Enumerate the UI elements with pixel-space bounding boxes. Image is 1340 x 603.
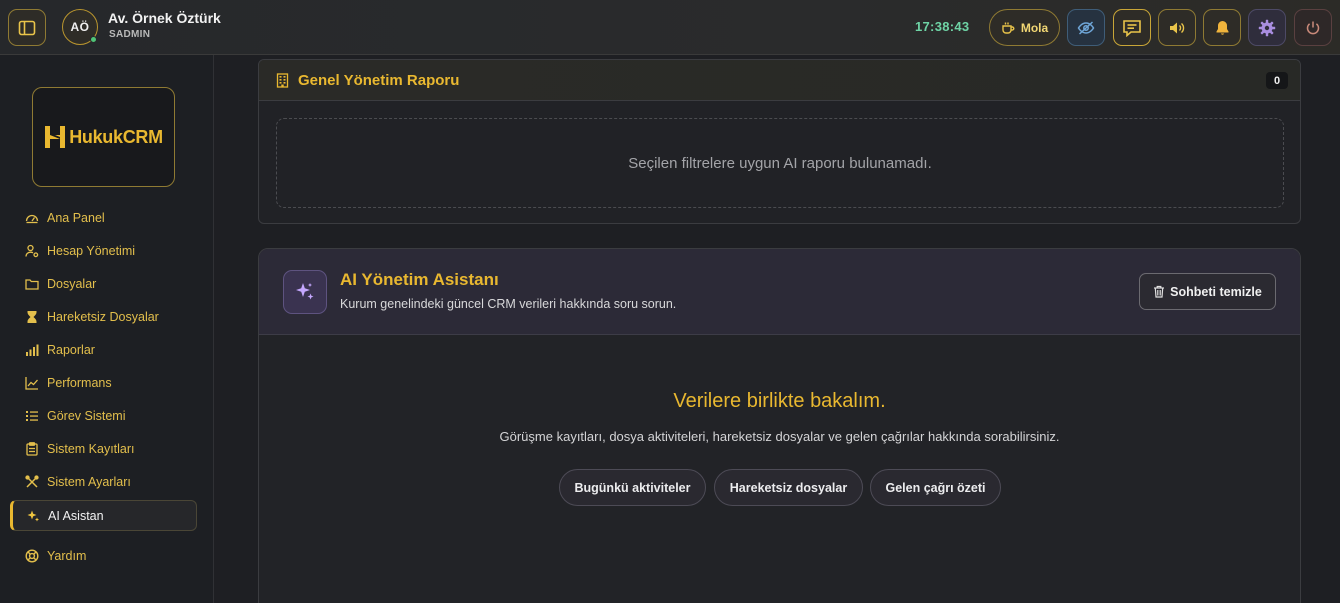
sidebar-item-gorev-sistemi[interactable]: Görev Sistemi bbox=[10, 400, 197, 431]
building-icon bbox=[276, 72, 289, 88]
gauge-icon bbox=[25, 214, 39, 223]
top-bar: AÖ Av. Örnek Öztürk SADMIN 17:38:43 Mola bbox=[0, 0, 1340, 55]
tools-icon bbox=[25, 474, 39, 488]
sidebar-item-hareketsiz-dosyalar[interactable]: Hareketsiz Dosyalar bbox=[10, 301, 197, 332]
user-role: SADMIN bbox=[109, 29, 151, 40]
report-title: Genel Yönetim Raporu bbox=[298, 71, 460, 89]
privacy-toggle-button[interactable] bbox=[1067, 9, 1105, 46]
sidebar-item-label: Görev Sistemi bbox=[47, 408, 126, 423]
chat-button[interactable] bbox=[1113, 9, 1151, 46]
bar-chart-icon bbox=[26, 344, 39, 356]
logo-mark-icon bbox=[45, 126, 66, 148]
sidebar-item-yardim[interactable]: Yardım bbox=[10, 540, 197, 571]
chat-icon bbox=[1123, 19, 1141, 37]
coffee-icon bbox=[1002, 22, 1015, 34]
sidebar-item-label: Hesap Yönetimi bbox=[47, 243, 136, 258]
suggestion-chip-hareketsiz-dosyalar[interactable]: Hareketsiz dosyalar bbox=[714, 469, 863, 506]
sidebar-item-hesap-yonetimi[interactable]: Hesap Yönetimi bbox=[10, 235, 197, 266]
logo[interactable]: HukukCRM bbox=[32, 87, 175, 187]
logo-text: HukukCRM bbox=[69, 126, 163, 147]
suggestion-chip-bugunku-aktiviteler[interactable]: Bugünkü aktiviteler bbox=[559, 469, 706, 506]
logout-button[interactable] bbox=[1294, 9, 1332, 46]
avatar[interactable]: AÖ bbox=[62, 9, 98, 45]
sidebar-item-ana-panel[interactable]: Ana Panel bbox=[10, 202, 197, 233]
report-count-badge: 0 bbox=[1266, 72, 1288, 89]
bell-icon bbox=[1216, 20, 1228, 35]
break-button[interactable]: Mola bbox=[989, 9, 1060, 46]
ai-assistant-subtitle: Kurum genelindeki güncel CRM verileri ha… bbox=[340, 297, 677, 311]
ai-assistant-header: AI Yönetim Asistanı Kurum genelindeki gü… bbox=[259, 249, 1300, 335]
sidebar-item-performans[interactable]: Performans bbox=[10, 367, 197, 398]
report-empty-state: Seçilen filtrelere uygun AI raporu bulun… bbox=[276, 118, 1284, 208]
ai-assistant-title: AI Yönetim Asistanı bbox=[340, 270, 499, 289]
sidebar-item-label: Dosyalar bbox=[47, 276, 97, 291]
sidebar-item-label: Performans bbox=[47, 375, 112, 390]
sidebar-item-label: Hareketsiz Dosyalar bbox=[47, 309, 159, 324]
sidebar-item-dosyalar[interactable]: Dosyalar bbox=[10, 268, 197, 299]
sidebar-item-label: Sistem Kayıtları bbox=[47, 441, 135, 456]
settings-button[interactable] bbox=[1248, 9, 1286, 46]
sidebar-item-sistem-kayitlari[interactable]: Sistem Kayıtları bbox=[10, 433, 197, 464]
sidebar-toggle-icon bbox=[18, 20, 36, 35]
online-status-dot bbox=[90, 36, 97, 43]
folder-icon bbox=[25, 278, 39, 290]
report-empty-text: Seçilen filtrelere uygun AI raporu bulun… bbox=[628, 154, 932, 172]
eye-off-icon bbox=[1077, 20, 1095, 35]
sidebar-item-label: Yardım bbox=[47, 548, 87, 563]
trend-up-icon bbox=[25, 376, 38, 390]
clipboard-icon bbox=[26, 441, 38, 456]
sidebar-item-label: Raporlar bbox=[47, 342, 95, 357]
sidebar-toggle-button[interactable] bbox=[8, 9, 46, 46]
sidebar-item-label: AI Asistan bbox=[48, 508, 104, 523]
sparkles-icon bbox=[27, 510, 39, 521]
notifications-button[interactable] bbox=[1203, 9, 1241, 46]
sparkles-icon bbox=[296, 283, 314, 300]
user-name: Av. Örnek Öztürk bbox=[108, 10, 221, 26]
hourglass-icon bbox=[27, 310, 37, 323]
break-label: Mola bbox=[1020, 20, 1049, 35]
welcome-subtitle: Görüşme kayıtları, dosya aktiviteleri, h… bbox=[499, 429, 1060, 444]
sidebar-item-sistem-ayarlari[interactable]: Sistem Ayarları bbox=[10, 466, 197, 497]
main-content: Genel Yönetim Raporu 0 Seçilen filtreler… bbox=[214, 55, 1340, 603]
clear-chat-button[interactable]: Sohbeti temizle bbox=[1139, 273, 1276, 310]
lifebuoy-icon bbox=[25, 548, 39, 563]
power-icon bbox=[1306, 21, 1320, 34]
trash-icon bbox=[1154, 285, 1165, 298]
sidebar-item-label: Ana Panel bbox=[47, 210, 105, 225]
sidebar-item-raporlar[interactable]: Raporlar bbox=[10, 334, 197, 365]
volume-icon bbox=[1170, 22, 1185, 33]
avatar-initials: AÖ bbox=[70, 20, 90, 34]
sidebar-item-label: Sistem Ayarları bbox=[47, 474, 131, 489]
sidebar-item-ai-asistan[interactable]: AI Asistan bbox=[10, 500, 197, 531]
ai-assistant-badge bbox=[283, 270, 327, 314]
report-card: Genel Yönetim Raporu 0 Seçilen filtreler… bbox=[258, 59, 1301, 224]
ai-assistant-card: AI Yönetim Asistanı Kurum genelindeki gü… bbox=[258, 248, 1301, 603]
gear-icon bbox=[1258, 19, 1276, 36]
list-icon bbox=[26, 410, 38, 421]
user-cog-icon bbox=[25, 244, 39, 257]
report-header: Genel Yönetim Raporu bbox=[259, 60, 1300, 101]
welcome-title: Verilere birlikte bakalım. bbox=[673, 390, 886, 412]
suggestion-chip-gelen-cagri-ozeti[interactable]: Gelen çağrı özeti bbox=[870, 469, 1001, 506]
sidebar: HukukCRM Ana Panel Hesap Yönetimi Dosyal… bbox=[0, 55, 214, 603]
clear-chat-label: Sohbeti temizle bbox=[1170, 284, 1262, 299]
clock: 17:38:43 bbox=[915, 19, 970, 34]
sound-button[interactable] bbox=[1158, 9, 1196, 46]
